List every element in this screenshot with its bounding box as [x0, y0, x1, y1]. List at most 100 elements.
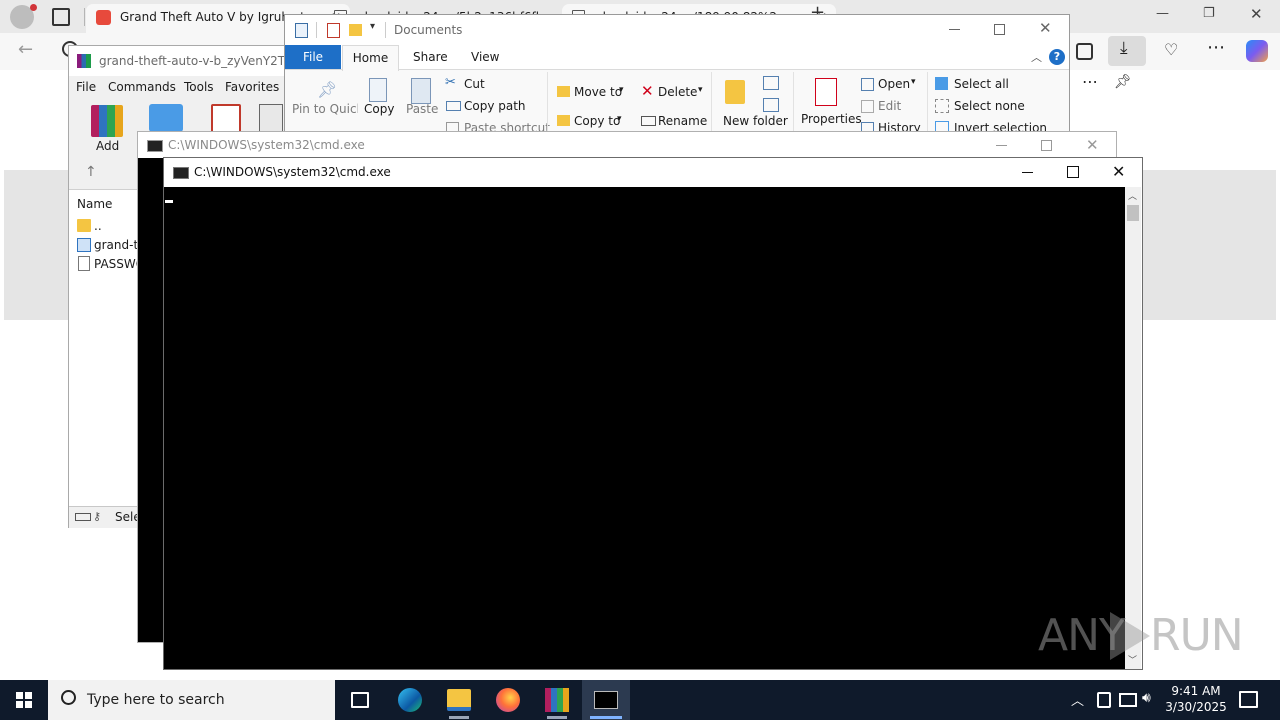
- clipboard-icon: [411, 78, 431, 104]
- task-view-button[interactable]: [336, 680, 384, 720]
- copy-button[interactable]: Copy: [361, 74, 395, 133]
- properties-qa-icon[interactable]: [295, 23, 308, 38]
- explorer-window: ▾ Documents ✕ File Home Share View ︿ ? 📌…: [284, 14, 1070, 134]
- winrar-menubar: File Commands Tools Favorites: [69, 77, 289, 97]
- delete-x-icon: ✕: [641, 82, 654, 100]
- copy-path-icon: [446, 101, 461, 111]
- downloads-button[interactable]: ⤓: [1108, 36, 1146, 66]
- explorer-title: Documents: [394, 23, 463, 37]
- menu-tools[interactable]: Tools: [184, 80, 214, 94]
- scroll-up-icon[interactable]: ︿: [1128, 189, 1137, 202]
- cmd-back-minimize-button[interactable]: [996, 145, 1007, 146]
- menu-commands[interactable]: Commands: [108, 80, 176, 94]
- archive-file-icon: [77, 238, 91, 252]
- taskbar-firefox[interactable]: [484, 680, 532, 720]
- clock[interactable]: 9:41 AM 3/30/2025: [1162, 683, 1230, 715]
- search-icon: [61, 690, 76, 705]
- tab-actions-icon[interactable]: [52, 8, 70, 26]
- cmd-console[interactable]: _: [164, 187, 1125, 669]
- properties-icon: [815, 78, 837, 106]
- igruha-icon: [96, 10, 111, 25]
- explorer-close-button[interactable]: ✕: [1039, 19, 1052, 37]
- qa-dropdown-icon[interactable]: ▾: [370, 21, 375, 32]
- select-none-icon: [935, 99, 949, 113]
- winrar-taskbar-icon: [545, 688, 569, 712]
- taskbar: Type here to search ︿ 🔊︎ 9:41 AM 3/30/20…: [0, 680, 1280, 720]
- cmd-taskbar-icon: [594, 691, 618, 709]
- browser-restore-button[interactable]: ❐: [1203, 6, 1215, 21]
- taskbar-cmd[interactable]: [582, 680, 630, 720]
- menu-file[interactable]: File: [76, 80, 96, 94]
- winrar-extract-icon[interactable]: [149, 104, 183, 132]
- profile-avatar[interactable]: [10, 4, 37, 29]
- cmd-icon: [147, 140, 163, 152]
- cmd-back-close-button[interactable]: ✕: [1086, 136, 1099, 154]
- play-triangle-icon: [1110, 612, 1150, 660]
- cmd-close-button[interactable]: ✕: [1112, 162, 1125, 181]
- new-folder-button[interactable]: New folder: [717, 74, 788, 133]
- search-placeholder: Type here to search: [87, 692, 225, 708]
- paste-button[interactable]: Paste: [403, 74, 439, 133]
- browser-minimize-button[interactable]: —: [1156, 6, 1169, 21]
- taskbar-winrar[interactable]: [533, 680, 581, 720]
- pin-icon: 📌︎: [317, 80, 338, 99]
- device-icon[interactable]: [1097, 692, 1111, 708]
- browser-essentials-icon[interactable]: ♡: [1164, 40, 1178, 59]
- start-button[interactable]: [0, 680, 48, 720]
- back-arrow-icon[interactable]: ←: [18, 39, 33, 60]
- column-header-name[interactable]: Name: [77, 197, 112, 211]
- tab-home[interactable]: Home: [342, 45, 399, 71]
- taskbar-search-box[interactable]: Type here to search: [48, 680, 335, 720]
- copilot-icon[interactable]: [1246, 40, 1268, 62]
- notification-center-icon[interactable]: [1239, 691, 1258, 708]
- cmd-maximize-button[interactable]: [1067, 166, 1079, 178]
- help-icon[interactable]: ?: [1049, 49, 1065, 65]
- move-to-icon: [557, 86, 570, 97]
- cmd-title: C:\WINDOWS\system32\cmd.exe: [194, 165, 391, 179]
- key-icon: ⚷: [93, 510, 102, 523]
- checklist-qa-icon[interactable]: [327, 23, 340, 38]
- cmd-back-maximize-button[interactable]: [1041, 140, 1052, 151]
- cmd-minimize-button[interactable]: [1022, 172, 1033, 173]
- settings-more-icon[interactable]: ⋯: [1207, 37, 1225, 58]
- collections-icon[interactable]: [1076, 43, 1093, 60]
- folder-qa-icon[interactable]: [349, 24, 362, 36]
- show-hidden-icons[interactable]: ︿: [1071, 690, 1084, 709]
- collapse-ribbon-icon[interactable]: ︿: [1031, 49, 1042, 65]
- page-more-icon[interactable]: ⋯: [1082, 72, 1098, 91]
- rename-icon: [641, 116, 656, 126]
- explorer-minimize-button[interactable]: [949, 29, 960, 30]
- explorer-maximize-button[interactable]: [994, 24, 1005, 35]
- cmd-scrollbar[interactable]: ︿ ﹀: [1125, 187, 1141, 669]
- volume-icon[interactable]: 🔊︎: [1142, 690, 1151, 706]
- cmd-back-title: C:\WINDOWS\system32\cmd.exe: [168, 138, 365, 152]
- tab-share[interactable]: Share: [413, 50, 448, 64]
- edge-icon: [398, 688, 422, 712]
- text-file-icon: [78, 256, 90, 271]
- scroll-thumb[interactable]: [1127, 205, 1139, 221]
- clock-date: 3/30/2025: [1165, 700, 1227, 714]
- up-arrow-icon[interactable]: ↑: [85, 164, 97, 180]
- properties-button[interactable]: Properties: [799, 74, 862, 133]
- select-all-icon: [935, 77, 948, 90]
- copy-icon: [369, 78, 387, 102]
- pin-icon[interactable]: 📌︎: [1114, 74, 1132, 90]
- cmd-back-titlebar: C:\WINDOWS\system32\cmd.exe ✕: [138, 132, 1116, 158]
- cmd-cursor: [165, 200, 173, 203]
- open-icon: [861, 78, 874, 91]
- ribbon-tabs: File Home Share View ︿ ?: [285, 45, 1069, 71]
- ribbon-body: 📌︎ Pin to Quick access Copy Paste ✂ Cut …: [285, 70, 1069, 133]
- menu-favorites[interactable]: Favorites: [225, 80, 279, 94]
- pin-quick-access-button[interactable]: 📌︎ Pin to Quick access: [289, 74, 359, 133]
- browser-close-button[interactable]: ✕: [1250, 5, 1263, 23]
- tab-file[interactable]: File: [285, 45, 341, 69]
- taskbar-file-explorer[interactable]: [435, 680, 483, 720]
- winrar-add-button[interactable]: Add: [85, 103, 129, 155]
- winrar-titlebar: grand-theft-auto-v-b_zyVenY2T7x.zip: [69, 46, 289, 76]
- easy-access-icon[interactable]: [763, 98, 779, 112]
- tab-view[interactable]: View: [471, 50, 499, 64]
- taskbar-edge[interactable]: [386, 680, 434, 720]
- network-icon[interactable]: [1119, 693, 1137, 707]
- new-item-icon[interactable]: [763, 76, 779, 90]
- dropdown-arrow-icon: ▾: [911, 77, 916, 87]
